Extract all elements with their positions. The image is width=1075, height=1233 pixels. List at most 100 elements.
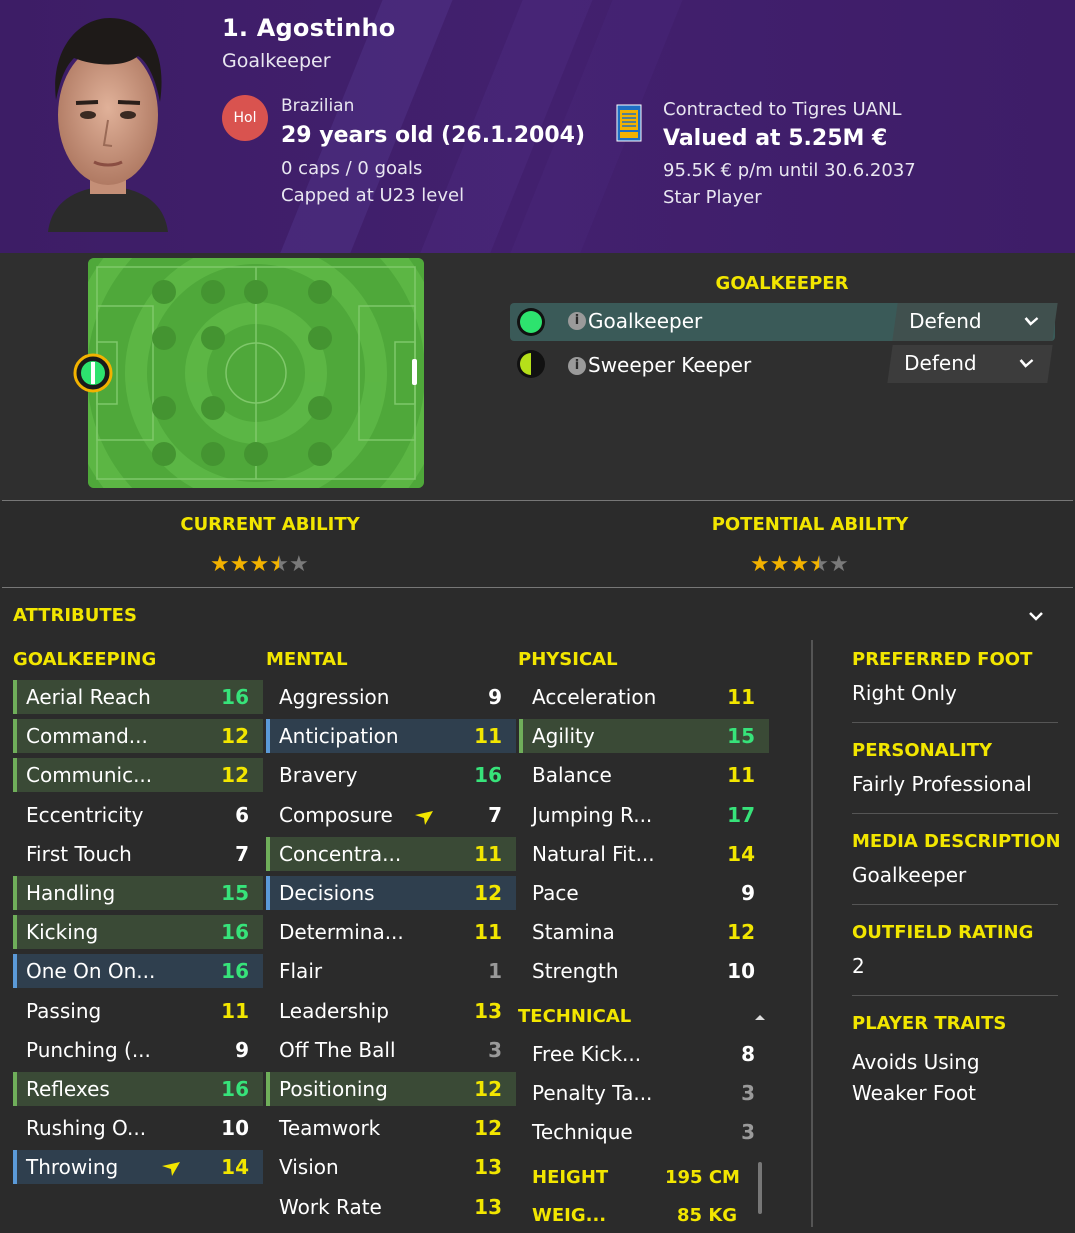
attribute-row[interactable]: Off The Ball 3	[266, 1033, 516, 1067]
attribute-value: 3	[741, 1081, 755, 1106]
attribute-row[interactable]: Rushing O... 10	[13, 1111, 263, 1145]
role-name: Sweeper Keeper	[588, 353, 752, 377]
player-position: Goalkeeper	[222, 50, 331, 72]
attribute-row[interactable]: Reflexes 16	[13, 1072, 263, 1106]
attribute-label: Determina...	[279, 920, 404, 945]
attribute-row[interactable]: Kicking 16	[13, 915, 263, 950]
attribute-row[interactable]: Work Rate 13	[266, 1190, 516, 1224]
current-ability-stars: ★★★★★	[210, 552, 309, 577]
attribute-row[interactable]: Anticipation 11	[266, 719, 516, 754]
role-suitability-half-icon	[517, 350, 545, 378]
attribute-label: Passing	[26, 998, 102, 1023]
attribute-row[interactable]: Communic... 12	[13, 758, 263, 793]
chevron-down-icon	[1019, 359, 1034, 368]
attribute-value: 11	[727, 763, 755, 788]
info-icon[interactable]: i	[568, 312, 586, 330]
attribute-row[interactable]: Natural Fit... 14	[519, 837, 769, 871]
attribute-row[interactable]: Stamina 12	[519, 915, 769, 949]
attribute-row[interactable]: Teamwork 12	[266, 1111, 516, 1145]
duty-value: Defend	[904, 351, 977, 375]
half-star-icon: ★	[809, 552, 829, 577]
attribute-label: Leadership	[279, 998, 389, 1023]
info-icon[interactable]: i	[568, 357, 586, 375]
attribute-row[interactable]: Technique 3	[519, 1115, 769, 1149]
empty-star-icon: ★	[828, 552, 849, 577]
composure-trend-arrow-icon	[415, 811, 433, 825]
attribute-row[interactable]: Concentra... 11	[266, 836, 516, 871]
media-description-title: MEDIA DESCRIPTION	[852, 831, 1061, 852]
attribute-row[interactable]: First Touch 7	[13, 837, 263, 871]
physical-title: PHYSICAL	[518, 649, 618, 670]
attribute-row[interactable]: Throwing 14	[13, 1150, 263, 1185]
attribute-row[interactable]: Free Kick... 8	[519, 1037, 769, 1071]
attribute-row[interactable]: Positioning 12	[266, 1072, 516, 1106]
player-header: 1. Agostinho Goalkeeper Hol Brazilian 29…	[0, 0, 1075, 253]
club-crest-icon[interactable]	[616, 104, 642, 142]
attribute-label: Vision	[279, 1155, 339, 1180]
outfield-rating-title: OUTFIELD RATING	[852, 922, 1034, 943]
mental-title: MENTAL	[266, 649, 348, 670]
attribute-label: Positioning	[279, 1077, 388, 1101]
attribute-value: 12	[727, 920, 755, 945]
attribute-row[interactable]: One On On... 16	[13, 954, 263, 989]
attribute-row[interactable]: Vision 13	[266, 1150, 516, 1184]
attribute-label: Punching (...	[26, 1037, 151, 1062]
attribute-row[interactable]: Aerial Reach 16	[13, 680, 263, 714]
attribute-row[interactable]: Command... 12	[13, 719, 263, 754]
attribute-row[interactable]: Agility 15	[519, 719, 769, 754]
attribute-label: Bravery	[279, 763, 358, 788]
attribute-label: Reflexes	[26, 1077, 110, 1101]
attribute-row[interactable]: Eccentricity 6	[13, 798, 263, 832]
attribute-value: 11	[727, 685, 755, 709]
attribute-row[interactable]: Passing 11	[13, 994, 263, 1028]
player-trait-line-1[interactable]: Avoids Using	[852, 1050, 980, 1074]
attribute-label: Eccentricity	[26, 802, 144, 827]
player-trait-line-2[interactable]: Weaker Foot	[852, 1081, 976, 1105]
nationality-badge[interactable]: Hol	[222, 95, 268, 141]
attribute-row[interactable]: Bravery 16	[266, 758, 516, 792]
attribute-row[interactable]: Decisions 12	[266, 876, 516, 910]
star-icon: ★	[750, 552, 770, 577]
role-row-sweeper-keeper[interactable]: i Sweeper Keeper Defend	[510, 345, 1055, 383]
attribute-row[interactable]: Pace 9	[519, 876, 769, 910]
sort-up-icon[interactable]	[753, 1012, 767, 1022]
gk-position-marker-icon[interactable]	[72, 352, 114, 394]
player-age: 29 years old (26.1.2004)	[281, 123, 586, 148]
attribute-value: 11	[474, 841, 502, 866]
attribute-row[interactable]: Leadership 13	[266, 994, 516, 1028]
role-row-goalkeeper[interactable]: i Goalkeeper Defend	[510, 303, 1058, 341]
attribute-value: 16	[221, 1077, 249, 1101]
attribute-label: Penalty Ta...	[532, 1081, 653, 1106]
attribute-row[interactable]: Determina... 11	[266, 915, 516, 949]
attribute-label: One On On...	[26, 959, 156, 984]
vertical-divider	[811, 640, 813, 1227]
role-name: Goalkeeper	[588, 309, 703, 333]
attribute-row[interactable]: Jumping R... 17	[519, 798, 769, 832]
attribute-row[interactable]: Handling 15	[13, 876, 263, 910]
attribute-value: 1	[488, 959, 502, 984]
attribute-value: 12	[221, 724, 249, 749]
attribute-row[interactable]: Punching (... 9	[13, 1033, 263, 1067]
star-icon: ★	[789, 552, 810, 577]
attribute-label: Strength	[532, 959, 619, 984]
attribute-row[interactable]: Balance 11	[519, 758, 769, 792]
attribute-row[interactable]: Flair 1	[266, 954, 516, 988]
attribute-value: 12	[474, 1116, 502, 1141]
attribute-label: Handling	[26, 881, 116, 905]
weight-value: 85 KG	[677, 1205, 738, 1226]
collapse-chevron-icon[interactable]	[1027, 610, 1045, 622]
attribute-label: Free Kick...	[532, 1042, 642, 1066]
attribute-label: Kicking	[26, 920, 99, 945]
attribute-row[interactable]: Penalty Ta... 3	[519, 1076, 769, 1110]
attributes-title: ATTRIBUTES	[13, 605, 137, 626]
attribute-row[interactable]: Composure 7	[266, 798, 516, 832]
attribute-row[interactable]: Aggression 9	[266, 680, 516, 714]
role-suitability-full-icon	[517, 308, 545, 336]
duty-dropdown[interactable]: Defend	[892, 303, 1058, 341]
attribute-value: 16	[221, 685, 249, 709]
attribute-label: Concentra...	[279, 841, 402, 866]
duty-dropdown[interactable]: Defend	[887, 345, 1053, 383]
attribute-row[interactable]: Strength 10	[519, 954, 769, 988]
attribute-row[interactable]: Acceleration 11	[519, 680, 769, 714]
scrollbar-thumb[interactable]	[758, 1162, 762, 1214]
